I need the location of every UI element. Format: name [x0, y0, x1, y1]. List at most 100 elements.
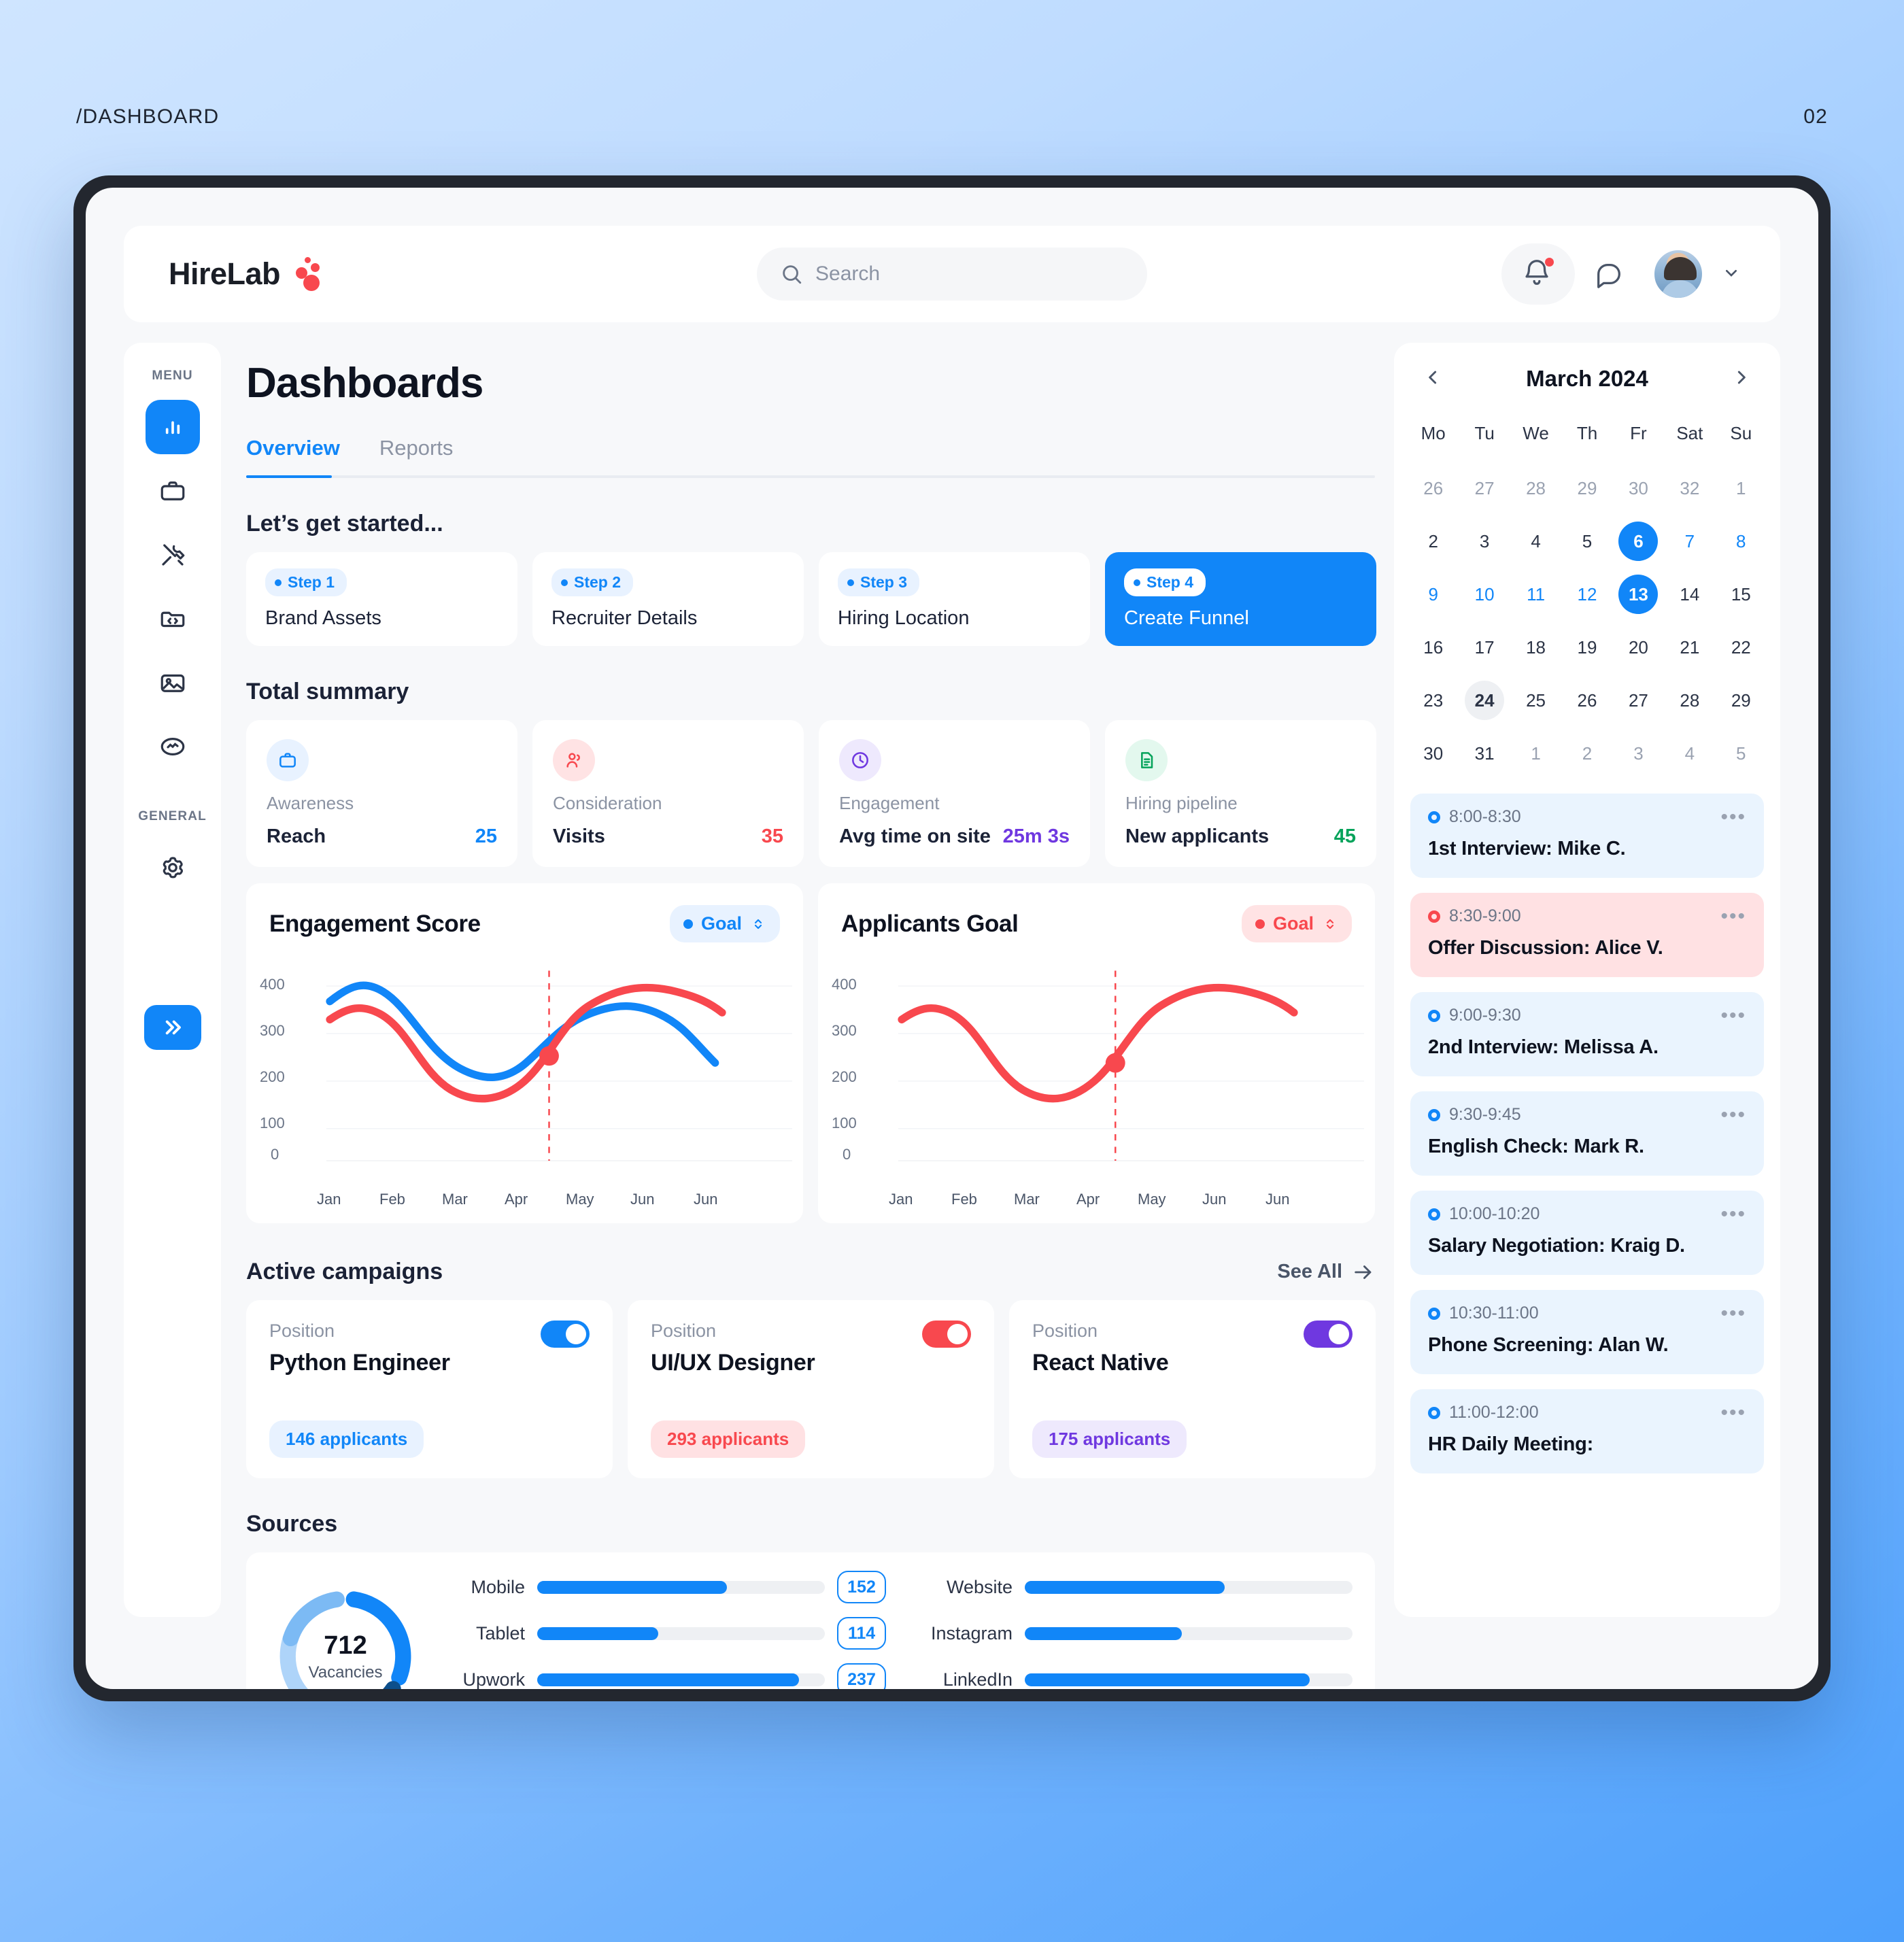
summary-card-engagement[interactable]: Engagement Avg time on site 25m 3s [819, 720, 1090, 867]
event-item[interactable]: 8:30-9:00 ••• Offer Discussion: Alice V. [1410, 893, 1764, 977]
calendar-day[interactable]: 31 [1459, 727, 1510, 780]
campaign-card-react-native[interactable]: Position React Native 175 applicants [1009, 1300, 1376, 1478]
calendar-day[interactable]: 10 [1459, 568, 1510, 621]
tab-reports[interactable]: Reports [379, 436, 454, 475]
event-item[interactable]: 10:30-11:00 ••• Phone Screening: Alan W. [1410, 1290, 1764, 1374]
calendar-day[interactable]: 11 [1510, 568, 1561, 621]
calendar-day[interactable]: 26 [1408, 462, 1459, 515]
event-more-button[interactable]: ••• [1720, 1204, 1746, 1224]
step-card-4[interactable]: Step 4 Create Funnel [1105, 552, 1376, 646]
brand-logo[interactable]: HireLab [169, 256, 320, 292]
calendar-day[interactable]: 4 [1664, 727, 1715, 780]
calendar-next-button[interactable] [1730, 367, 1752, 392]
event-more-button[interactable]: ••• [1720, 906, 1746, 926]
calendar-day[interactable]: 17 [1459, 621, 1510, 674]
calendar-day[interactable]: 5 [1561, 515, 1612, 568]
search-input[interactable]: Search [757, 248, 1147, 301]
calendar-day[interactable]: 20 [1613, 621, 1664, 674]
chart-goal-selector[interactable]: Goal [1241, 905, 1352, 942]
sidebar-collapse-button[interactable] [143, 1005, 201, 1050]
sidebar-item-jobs[interactable] [146, 464, 200, 518]
calendar-day[interactable]: 8 [1716, 515, 1767, 568]
calendar-day[interactable]: 29 [1716, 674, 1767, 727]
event-more-button[interactable]: ••• [1720, 1104, 1746, 1125]
calendar-day[interactable]: 32 [1664, 462, 1715, 515]
tab-overview[interactable]: Overview [246, 436, 340, 475]
event-more-button[interactable]: ••• [1720, 1402, 1746, 1423]
calendar-day[interactable]: 12 [1561, 568, 1612, 621]
chart-goal-selector[interactable]: Goal [669, 905, 780, 942]
sidebar-item-projects[interactable] [146, 592, 200, 646]
calendar-day[interactable]: 28 [1664, 674, 1715, 727]
notifications-button[interactable] [1501, 243, 1575, 305]
campaign-card-python-engineer[interactable]: Position Python Engineer 146 applicants [246, 1300, 613, 1478]
calendar-day[interactable]: 19 [1561, 621, 1612, 674]
source-row-upwork[interactable]: Upwork 237 [442, 1663, 886, 1689]
calendar-day[interactable]: 29 [1561, 462, 1612, 515]
calendar-day[interactable]: 3 [1459, 515, 1510, 568]
calendar-day-today[interactable]: 24 [1459, 674, 1510, 727]
calendar-day[interactable]: 14 [1664, 568, 1715, 621]
image-icon [160, 674, 184, 692]
calendar-day[interactable]: 7 [1664, 515, 1715, 568]
calendar-day[interactable]: 4 [1510, 515, 1561, 568]
campaign-toggle[interactable] [541, 1321, 590, 1348]
step-card-1[interactable]: Step 1 Brand Assets [246, 552, 517, 646]
event-more-button[interactable]: ••• [1720, 1005, 1746, 1025]
event-more-button[interactable]: ••• [1720, 806, 1746, 827]
campaign-toggle[interactable] [922, 1321, 971, 1348]
campaign-card-uiux-designer[interactable]: Position UI/UX Designer 293 applicants [628, 1300, 994, 1478]
event-more-button[interactable]: ••• [1720, 1303, 1746, 1323]
calendar-day[interactable]: 2 [1561, 727, 1612, 780]
event-item[interactable]: 8:00-8:30 ••• 1st Interview: Mike C. [1410, 794, 1764, 878]
calendar-day[interactable]: 27 [1459, 462, 1510, 515]
source-row-mobile[interactable]: Mobile 152 [442, 1571, 886, 1603]
calendar-day-selected[interactable]: 6 [1613, 515, 1664, 568]
source-row-instagram[interactable]: Instagram [911, 1618, 1353, 1648]
step-card-2[interactable]: Step 2 Recruiter Details [532, 552, 804, 646]
calendar-day[interactable]: 23 [1408, 674, 1459, 727]
avatar[interactable] [1652, 248, 1704, 300]
calendar-day[interactable]: 27 [1613, 674, 1664, 727]
calendar-day[interactable]: 16 [1408, 621, 1459, 674]
calendar-day[interactable]: 18 [1510, 621, 1561, 674]
chevron-down-icon[interactable] [1720, 262, 1742, 287]
sidebar-item-settings[interactable] [146, 840, 200, 895]
summary-card-awareness[interactable]: Awareness Reach 25 [246, 720, 517, 867]
calendar-day[interactable]: 2 [1408, 515, 1459, 568]
sidebar-item-dashboard[interactable] [145, 400, 200, 454]
source-row-website[interactable]: Website [911, 1572, 1353, 1602]
calendar-day[interactable]: 25 [1510, 674, 1561, 727]
campaign-toggle[interactable] [1304, 1321, 1353, 1348]
step-label: Hiring Location [838, 607, 970, 629]
calendar-prev-button[interactable] [1423, 367, 1444, 392]
campaign-position-label: Position [269, 1321, 335, 1341]
source-row-linkedin[interactable]: LinkedIn [911, 1665, 1353, 1689]
event-item[interactable]: 11:00-12:00 ••• HR Daily Meeting: [1410, 1389, 1764, 1473]
event-item[interactable]: 10:00-10:20 ••• Salary Negotiation: Krai… [1410, 1191, 1764, 1275]
calendar-day[interactable]: 30 [1613, 462, 1664, 515]
sidebar-item-media[interactable] [146, 655, 200, 710]
calendar-day[interactable]: 9 [1408, 568, 1459, 621]
calendar-day[interactable]: 28 [1510, 462, 1561, 515]
calendar-day[interactable]: 1 [1510, 727, 1561, 780]
step-card-3[interactable]: Step 3 Hiring Location [819, 552, 1090, 646]
summary-card-consideration[interactable]: Consideration Visits 35 [532, 720, 804, 867]
sidebar-item-tools[interactable] [146, 528, 200, 582]
calendar-day[interactable]: 21 [1664, 621, 1715, 674]
event-item[interactable]: 9:30-9:45 ••• English Check: Mark R. [1410, 1091, 1764, 1176]
event-item[interactable]: 9:00-9:30 ••• 2nd Interview: Melissa A. [1410, 992, 1764, 1076]
calendar-day[interactable]: 22 [1716, 621, 1767, 674]
source-row-tablet[interactable]: Tablet 114 [442, 1617, 886, 1650]
sidebar-item-analytics[interactable] [146, 719, 200, 774]
calendar-day[interactable]: 30 [1408, 727, 1459, 780]
messages-button[interactable] [1580, 243, 1637, 305]
calendar-day[interactable]: 3 [1613, 727, 1664, 780]
summary-card-pipeline[interactable]: Hiring pipeline New applicants 45 [1105, 720, 1376, 867]
calendar-day[interactable]: 15 [1716, 568, 1767, 621]
see-all-link[interactable]: See All [1277, 1261, 1375, 1284]
calendar-day[interactable]: 5 [1716, 727, 1767, 780]
calendar-day-selected[interactable]: 13 [1613, 568, 1664, 621]
calendar-day[interactable]: 1 [1716, 462, 1767, 515]
calendar-day[interactable]: 26 [1561, 674, 1612, 727]
